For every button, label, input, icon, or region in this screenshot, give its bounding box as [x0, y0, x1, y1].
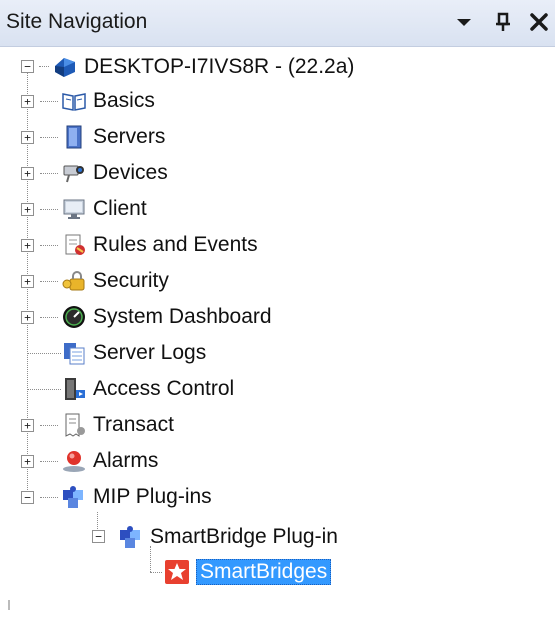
tree-node-alarms[interactable]: Alarms — [61, 446, 158, 476]
site-navigation-panel: Site Navigation − DESKTOP-I7IVS8R - (22.… — [0, 0, 555, 642]
tree-line — [40, 101, 58, 102]
panel-title: Site Navigation — [6, 10, 148, 33]
tree-line — [150, 572, 162, 573]
monitor-icon — [61, 196, 87, 222]
puzzle-icon — [118, 524, 144, 550]
puzzle-icon — [61, 484, 87, 510]
tree-node-transact[interactable]: Transact — [61, 410, 174, 440]
tree-node-label: Alarms — [93, 449, 159, 472]
tree-line — [40, 245, 58, 246]
tree-node-label: Server Logs — [93, 341, 207, 364]
collapse-toggle[interactable]: − — [21, 60, 34, 73]
alarm-icon — [61, 448, 87, 474]
tree-node-label: Security — [93, 269, 169, 292]
navigation-tree: − DESKTOP-I7IVS8R - (22.2a) + Basics + Serv… — [0, 46, 555, 642]
keys-icon — [61, 268, 87, 294]
tree-node-label: Transact — [93, 413, 174, 436]
tree-node-root[interactable]: DESKTOP-I7IVS8R - (22.2a) — [52, 52, 354, 82]
tree-node-system-dashboard[interactable]: System Dashboard — [61, 302, 272, 332]
tree-node-devices[interactable]: Devices — [61, 158, 168, 188]
logs-icon — [61, 340, 87, 366]
tree-node-label: System Dashboard — [93, 305, 272, 328]
tree-node-label: Devices — [93, 161, 168, 184]
tree-line — [40, 497, 58, 498]
tree-node-smartbridge-plugin[interactable]: SmartBridge Plug-in — [118, 522, 338, 552]
tree-node-security[interactable]: Security — [61, 266, 169, 296]
tree-node-rules-and-events[interactable]: Rules and Events — [61, 230, 258, 260]
gauge-icon — [61, 304, 87, 330]
rules-icon — [61, 232, 87, 258]
tree-line — [27, 353, 61, 354]
tree-node-servers[interactable]: Servers — [61, 122, 165, 152]
expand-toggle[interactable]: + — [21, 419, 34, 432]
expand-toggle[interactable]: + — [21, 311, 34, 324]
expand-toggle[interactable]: + — [21, 95, 34, 108]
tree-line — [40, 137, 58, 138]
expand-toggle[interactable]: + — [21, 455, 34, 468]
tree-line — [40, 209, 58, 210]
tree-node-server-logs[interactable]: Server Logs — [61, 338, 206, 368]
close-icon[interactable] — [527, 10, 551, 34]
tree-node-label: Access Control — [93, 377, 235, 400]
expand-toggle[interactable]: + — [21, 275, 34, 288]
panel-edge — [8, 600, 10, 610]
tree-node-client[interactable]: Client — [61, 194, 147, 224]
tree-node-label: Rules and Events — [93, 233, 258, 256]
tree-node-label: SmartBridges — [196, 559, 332, 585]
tree-node-basics[interactable]: Basics — [61, 86, 155, 116]
tree-node-access-control[interactable]: Access Control — [61, 374, 234, 404]
tree-node-mip-plug-ins[interactable]: MIP Plug-ins — [61, 482, 212, 512]
expand-toggle[interactable]: + — [21, 131, 34, 144]
server-icon — [61, 124, 87, 150]
tree-line — [40, 461, 58, 462]
tree-node-label: SmartBridge Plug-in — [150, 525, 338, 548]
tree-line — [40, 425, 58, 426]
door-icon — [61, 376, 87, 402]
tree-line — [39, 66, 49, 67]
expand-toggle[interactable]: + — [21, 167, 34, 180]
tree-line — [40, 173, 58, 174]
smartbridge-icon — [164, 559, 190, 585]
server-logo-icon — [52, 54, 78, 80]
tree-node-label: Servers — [93, 125, 166, 148]
tree-line — [40, 281, 58, 282]
collapse-toggle[interactable]: − — [21, 491, 34, 504]
tree-node-label: Basics — [93, 89, 155, 112]
receipt-icon — [61, 412, 87, 438]
tree-node-label: DESKTOP-I7IVS8R - (22.2a) — [84, 55, 355, 78]
tree-line — [40, 317, 58, 318]
expand-toggle[interactable]: + — [21, 203, 34, 216]
tree-line — [27, 389, 61, 390]
tree-node-label: Client — [93, 197, 147, 220]
camera-icon — [61, 160, 87, 186]
expand-toggle[interactable]: + — [21, 239, 34, 252]
tree-node-label: MIP Plug-ins — [93, 485, 212, 508]
collapse-toggle[interactable]: − — [92, 530, 105, 543]
panel-header: Site Navigation — [0, 0, 555, 47]
book-icon — [61, 88, 87, 114]
tree-node-smartbridges[interactable]: SmartBridges — [164, 557, 332, 587]
pin-icon[interactable] — [491, 10, 515, 34]
chevron-down-icon[interactable] — [452, 10, 476, 34]
